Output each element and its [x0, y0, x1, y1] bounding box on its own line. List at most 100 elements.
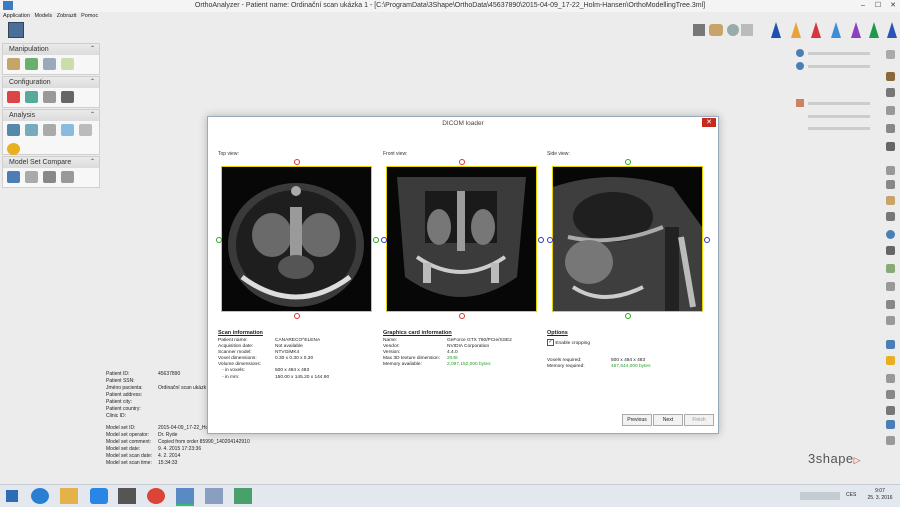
panel-header[interactable]: Model Set Compare ⌃ — [3, 157, 99, 168]
cube-icon[interactable] — [886, 124, 895, 133]
finish-button[interactable]: Finish — [684, 414, 714, 426]
previous-button[interactable]: Previous — [622, 414, 652, 426]
model-icon[interactable] — [709, 24, 723, 36]
tool-icon[interactable] — [886, 166, 895, 175]
report-icon[interactable] — [79, 124, 92, 136]
rotate-icon[interactable] — [43, 58, 56, 70]
jaw-icon[interactable] — [886, 282, 895, 291]
magnet-icon[interactable] — [43, 171, 56, 183]
menu-zobrazit[interactable]: Zobrazit — [57, 12, 77, 21]
language-indicator[interactable]: CES — [846, 492, 856, 498]
clock[interactable]: 9:07 25. 3. 2016 — [862, 488, 898, 502]
open-icon[interactable] — [8, 22, 24, 38]
tool-icon[interactable] — [886, 180, 895, 189]
camera-icon[interactable] — [886, 142, 895, 151]
top-view-scan[interactable] — [221, 166, 372, 312]
measure-icon[interactable] — [7, 91, 20, 103]
chevron-up-icon[interactable]: ⌃ — [90, 110, 95, 121]
tooth-icon[interactable] — [886, 196, 895, 205]
superimpose-icon[interactable] — [61, 171, 74, 183]
panel-header[interactable]: Configuration ⌃ — [3, 77, 99, 88]
teamviewer-icon[interactable] — [90, 488, 108, 504]
menu-pomoc[interactable]: Pomoc — [81, 12, 98, 21]
menu-models[interactable]: Models — [34, 12, 52, 21]
orthoanalyzer-task-icon[interactable] — [176, 488, 194, 506]
opacity-slider[interactable] — [808, 115, 870, 118]
scan-slider[interactable] — [808, 102, 870, 105]
align-icon[interactable] — [61, 58, 74, 70]
menu-application[interactable]: Application — [3, 12, 30, 21]
front-view-scan[interactable] — [386, 166, 537, 312]
camera-app-icon[interactable] — [118, 488, 136, 504]
zoom-icon[interactable] — [886, 246, 895, 255]
lower-jaw-slider[interactable] — [808, 65, 870, 68]
tooth-red-icon[interactable] — [811, 22, 821, 38]
crop-handle-bottom[interactable] — [459, 313, 465, 319]
compare-icon[interactable] — [7, 171, 20, 183]
view-icon[interactable] — [886, 300, 895, 309]
chrome-icon[interactable] — [147, 488, 165, 504]
tooth-lightblue-icon[interactable] — [831, 22, 841, 38]
view-icon[interactable] — [886, 374, 895, 383]
side-view-scan[interactable] — [552, 166, 703, 312]
chevron-up-icon[interactable]: ⌃ — [90, 77, 95, 88]
crop-handle-top[interactable] — [294, 159, 300, 165]
chart-icon[interactable] — [61, 124, 74, 136]
view-icon[interactable] — [886, 436, 895, 445]
close-window-button[interactable]: ✕ — [886, 0, 900, 11]
crop-handle-top[interactable] — [459, 159, 465, 165]
panel-header[interactable]: Analysis ⌃ — [3, 110, 99, 121]
view-icon[interactable] — [886, 316, 895, 325]
tooth-darkblue-icon[interactable] — [887, 22, 897, 38]
panel-header[interactable]: Manipulation ⌃ — [3, 44, 99, 55]
view-icon[interactable] — [886, 390, 895, 399]
view-icon[interactable] — [741, 24, 753, 36]
shape-icon[interactable] — [886, 88, 895, 97]
shield-icon[interactable] — [886, 106, 895, 115]
tooth-green-icon[interactable] — [869, 22, 879, 38]
view-icon[interactable] — [886, 420, 895, 429]
tooth-blue-icon[interactable] — [771, 22, 781, 38]
overlay-icon[interactable] — [25, 171, 38, 183]
graph-icon[interactable] — [25, 124, 38, 136]
view-icon[interactable] — [886, 406, 895, 415]
move-icon[interactable] — [25, 58, 38, 70]
app-task-icon[interactable] — [234, 488, 252, 504]
settings-icon[interactable] — [25, 91, 38, 103]
rotate-icon[interactable] — [886, 230, 895, 239]
crop-handle-left[interactable] — [216, 237, 222, 243]
grid-icon[interactable] — [886, 264, 895, 273]
crop-handle-top[interactable] — [625, 159, 631, 165]
clamp-icon[interactable] — [61, 91, 74, 103]
tooth-purple-icon[interactable] — [851, 22, 861, 38]
view-image-icon[interactable] — [886, 72, 895, 81]
upper-jaw-slider[interactable] — [808, 52, 870, 55]
chevron-up-icon[interactable]: ⌃ — [90, 157, 95, 168]
crop-handle-left[interactable] — [547, 237, 553, 243]
view-icon[interactable] — [886, 340, 895, 349]
rotate-icon[interactable] — [727, 24, 739, 36]
enable-cropping-checkbox[interactable]: ✓ — [547, 339, 554, 346]
tool-icon[interactable] — [43, 91, 56, 103]
model-icon[interactable] — [7, 58, 20, 70]
internet-explorer-icon[interactable] — [31, 488, 49, 504]
next-button[interactable]: Next — [653, 414, 683, 426]
windows-start-icon[interactable] — [6, 490, 18, 502]
section-icon[interactable] — [43, 124, 56, 136]
maximize-button[interactable]: ☐ — [871, 0, 885, 11]
crop-handle-bottom[interactable] — [625, 313, 631, 319]
tooth-icon[interactable] — [886, 212, 895, 221]
tool-box-icon[interactable] — [693, 24, 705, 36]
bolton-icon[interactable] — [7, 143, 20, 155]
system-tray-icons[interactable] — [800, 492, 840, 500]
ruler-icon[interactable] — [7, 124, 20, 136]
window-task-icon[interactable] — [205, 488, 223, 504]
crop-handle-bottom[interactable] — [294, 313, 300, 319]
view-icon[interactable] — [886, 356, 895, 365]
tooth-orange-icon[interactable] — [791, 22, 801, 38]
file-explorer-icon[interactable] — [60, 488, 78, 504]
view-front-icon[interactable] — [886, 50, 895, 59]
crop-handle-right[interactable] — [373, 237, 379, 243]
dialog-close-button[interactable]: ✕ — [702, 118, 716, 127]
crop-handle-right[interactable] — [538, 237, 544, 243]
